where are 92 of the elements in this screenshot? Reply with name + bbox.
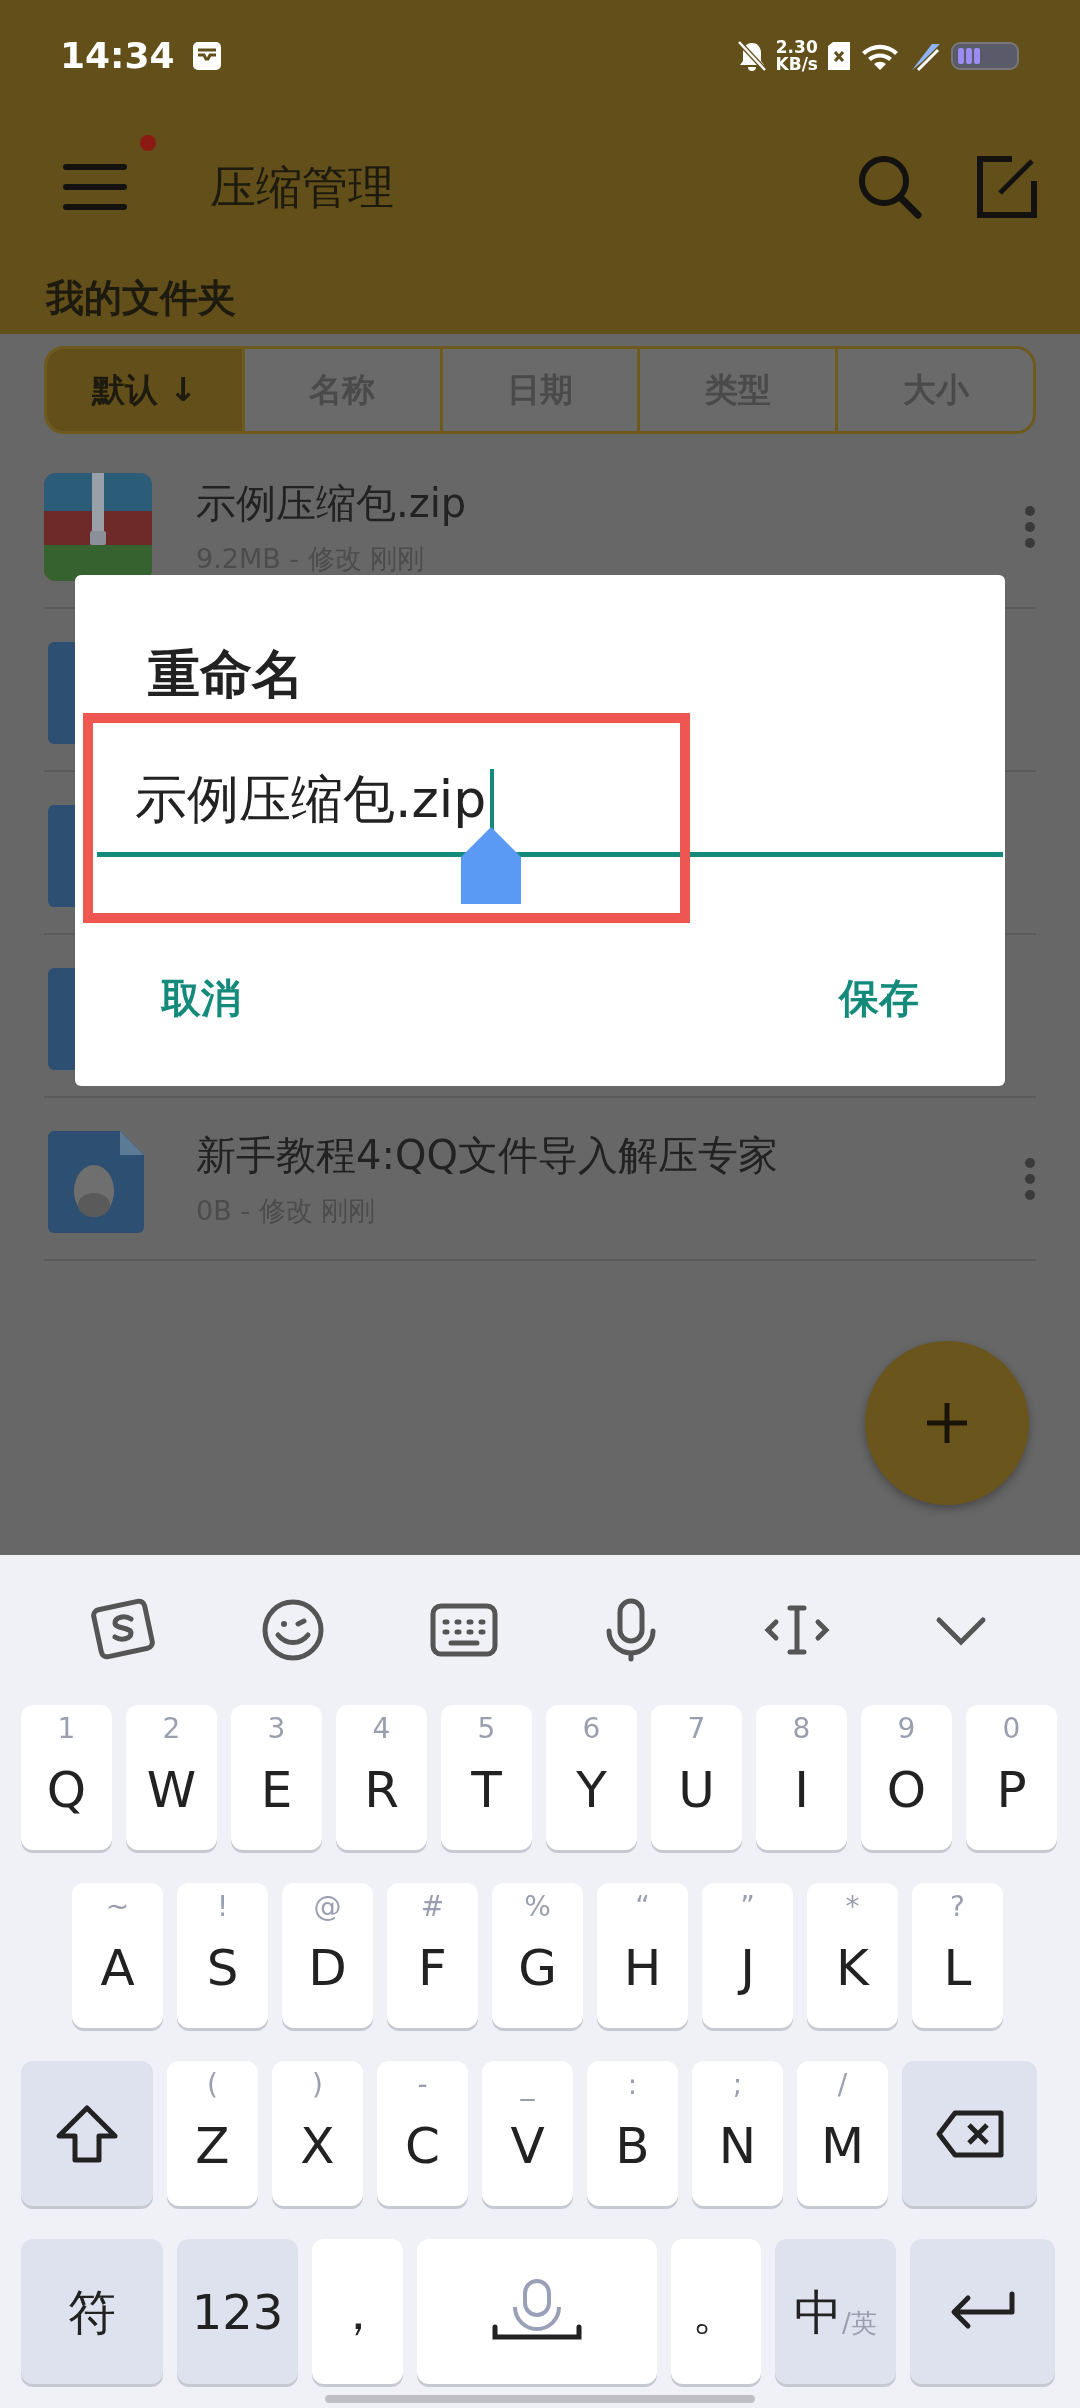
key[interactable]: 0 P bbox=[966, 1705, 1057, 1850]
key-label: D bbox=[308, 1942, 347, 1993]
key-hint: # bbox=[419, 1893, 446, 1921]
key[interactable]: 7 U bbox=[651, 1705, 742, 1850]
key[interactable]: @ D bbox=[282, 1883, 373, 2028]
key[interactable]: 123 bbox=[177, 2239, 298, 2384]
key-label: G bbox=[518, 1942, 557, 1993]
key-hint: 2 bbox=[161, 1715, 182, 1743]
key-label: O bbox=[886, 1764, 927, 1815]
key[interactable]: 3 E bbox=[231, 1705, 322, 1850]
app-title: 压缩管理 bbox=[210, 158, 394, 216]
key-hint: ! bbox=[215, 1893, 230, 1921]
key-label: U bbox=[678, 1764, 715, 1815]
key-hint: 6 bbox=[581, 1715, 602, 1743]
key-hint: 3 bbox=[266, 1715, 287, 1743]
key[interactable]: ) X bbox=[272, 2061, 363, 2206]
key-label: W bbox=[146, 1764, 197, 1815]
key-hint: / bbox=[836, 2071, 849, 2099]
key-label: E bbox=[260, 1764, 293, 1815]
key[interactable]: / M bbox=[797, 2061, 888, 2206]
key-hint: 5 bbox=[476, 1715, 497, 1743]
key[interactable]: _ V bbox=[482, 2061, 573, 2206]
key-label: N bbox=[718, 2120, 757, 2171]
dialog-title: 重命名 bbox=[148, 643, 304, 706]
key[interactable]: 1 Q bbox=[21, 1705, 112, 1850]
key[interactable]: 符 bbox=[21, 2239, 163, 2384]
key-label: R bbox=[364, 1764, 399, 1815]
key-label: F bbox=[418, 1942, 447, 1993]
key-hint: : bbox=[626, 2071, 639, 2099]
key[interactable]: 9 O bbox=[861, 1705, 952, 1850]
key[interactable]: : B bbox=[587, 2061, 678, 2206]
key-label: S bbox=[206, 1942, 239, 1993]
key-label: P bbox=[996, 1764, 1027, 1815]
key-label: T bbox=[471, 1764, 502, 1815]
key-label: A bbox=[100, 1942, 135, 1993]
key-hint: - bbox=[416, 2071, 429, 2099]
key-label: Y bbox=[576, 1764, 607, 1815]
key[interactable]: * K bbox=[807, 1883, 898, 2028]
key-label: Q bbox=[46, 1764, 87, 1815]
key-hint: @ bbox=[312, 1893, 343, 1921]
key[interactable]: ! S bbox=[177, 1883, 268, 2028]
key-hint: ( bbox=[206, 2071, 219, 2099]
key[interactable]: # F bbox=[387, 1883, 478, 2028]
key-label: H bbox=[623, 1942, 662, 1993]
network-speed: 2.30 bbox=[775, 39, 818, 56]
key[interactable]: - C bbox=[377, 2061, 468, 2206]
key-hint: 8 bbox=[791, 1715, 812, 1743]
key[interactable]: “ H bbox=[597, 1883, 688, 2028]
key-hint: * bbox=[844, 1893, 861, 1921]
key-hint: 9 bbox=[896, 1715, 917, 1743]
key-label: L bbox=[943, 1942, 972, 1993]
key-hint: _ bbox=[519, 2071, 536, 2099]
dialog-button[interactable]: 取消 bbox=[147, 960, 255, 1036]
key[interactable]: ( Z bbox=[167, 2061, 258, 2206]
key[interactable]: 4 R bbox=[336, 1705, 427, 1850]
key-hint: ” bbox=[739, 1893, 756, 1921]
key[interactable]: ~ A bbox=[72, 1883, 163, 2028]
key-label: C bbox=[405, 2120, 440, 2171]
section-title: 我的文件夹 bbox=[0, 262, 1080, 334]
dialog-button[interactable]: 保存 bbox=[825, 960, 933, 1036]
key[interactable]: ， bbox=[312, 2239, 403, 2384]
key[interactable]: ” J bbox=[702, 1883, 793, 2028]
key[interactable]: % G bbox=[492, 1883, 583, 2028]
key-hint: 0 bbox=[1001, 1715, 1022, 1743]
key-hint: ) bbox=[311, 2071, 324, 2099]
key-label: Z bbox=[195, 2120, 230, 2171]
key[interactable]: 6 Y bbox=[546, 1705, 637, 1850]
key-label: M bbox=[820, 2120, 865, 2171]
key-hint: 4 bbox=[371, 1715, 392, 1743]
key-hint: ; bbox=[731, 2071, 744, 2099]
key[interactable]: 5 T bbox=[441, 1705, 532, 1850]
language-key[interactable]: 中/英 bbox=[775, 2239, 896, 2384]
key[interactable]: ; N bbox=[692, 2061, 783, 2206]
key[interactable]: 8 I bbox=[756, 1705, 847, 1850]
key-hint: “ bbox=[634, 1893, 651, 1921]
key-hint: ~ bbox=[104, 1893, 131, 1921]
file-name: 新手教程4:QQ文件导入解压专家 bbox=[196, 1131, 779, 1181]
key-hint: 1 bbox=[56, 1715, 77, 1743]
key[interactable]: ? L bbox=[912, 1883, 1003, 2028]
file-name: 示例压缩包.zip bbox=[196, 479, 468, 529]
key-label: K bbox=[836, 1942, 869, 1993]
key[interactable]: 2 W bbox=[126, 1705, 217, 1850]
key-hint: ? bbox=[949, 1893, 966, 1921]
key-hint: % bbox=[523, 1893, 552, 1921]
key-label: B bbox=[615, 2120, 650, 2171]
key-label: I bbox=[794, 1764, 809, 1815]
key[interactable]: 。 bbox=[671, 2239, 761, 2384]
key-label: X bbox=[300, 2120, 335, 2171]
status-time: 14:34 bbox=[60, 34, 175, 78]
key-hint: 7 bbox=[686, 1715, 707, 1743]
network-unit: KB/s bbox=[775, 56, 818, 73]
key-label: V bbox=[510, 2120, 545, 2171]
